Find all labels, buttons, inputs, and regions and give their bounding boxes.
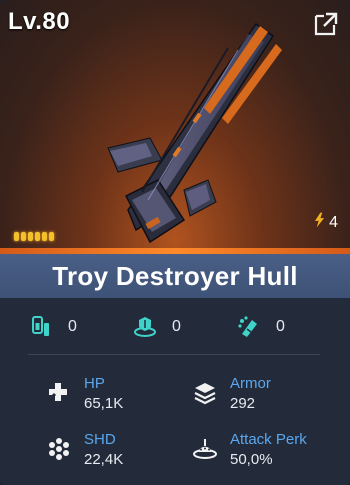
armor-icon [194, 383, 216, 405]
stat-value: 65,1K [84, 395, 124, 412]
hex-shield-icon [49, 438, 69, 460]
item-title: Troy Destroyer Hull [52, 260, 298, 291]
expand-icon[interactable] [312, 10, 340, 38]
stat-label: HP [84, 375, 105, 392]
divider [28, 354, 320, 355]
level-label: Lv.80 [8, 8, 71, 35]
stat-label: Attack Perk [230, 431, 307, 448]
stat-value: 50,0% [230, 451, 273, 468]
item-card: Lv.80 4 Troy Destroyer Hull 0 0 0 HP 65,… [0, 0, 350, 485]
pip [21, 232, 26, 241]
shield-ring-icon [134, 317, 156, 337]
lightning-bolt-icon [314, 212, 325, 233]
stat-label: SHD [84, 431, 116, 448]
energy-indicator: 4 [314, 212, 338, 233]
counter-value: 0 [68, 318, 77, 335]
stat-armor: Armor 292 [192, 374, 271, 414]
counter-shield: 0 [132, 314, 181, 340]
missile-pod-icon [238, 316, 257, 337]
counter-missile: 0 [236, 314, 285, 340]
hp-icon [47, 383, 67, 402]
counter-value: 0 [172, 318, 181, 335]
pip [35, 232, 40, 241]
pip [42, 232, 47, 241]
stat-value: 22,4K [84, 451, 124, 468]
stat-value: 292 [230, 395, 256, 412]
stat-label: Armor [230, 375, 271, 392]
counter-module: 0 [28, 314, 77, 340]
star-pips [14, 232, 54, 241]
energy-value: 4 [329, 213, 338, 231]
slot-counters: 0 0 0 [0, 314, 350, 346]
stat-attack-perk: Attack Perk 50,0% [192, 430, 307, 470]
title-banner: Troy Destroyer Hull [0, 254, 350, 298]
pip [14, 232, 19, 241]
ship-hull-image [107, 22, 282, 244]
stat-hp: HP 65,1K [46, 374, 123, 414]
module-slot-icon [32, 316, 49, 336]
attack-perk-icon [193, 439, 217, 459]
stats-panel: 0 0 0 HP 65,1K Armor 292 SHD 22,4K Attac… [0, 298, 350, 485]
stat-shd: SHD 22,4K [46, 430, 123, 470]
pip [49, 232, 54, 241]
pip [28, 232, 33, 241]
counter-value: 0 [276, 318, 285, 335]
